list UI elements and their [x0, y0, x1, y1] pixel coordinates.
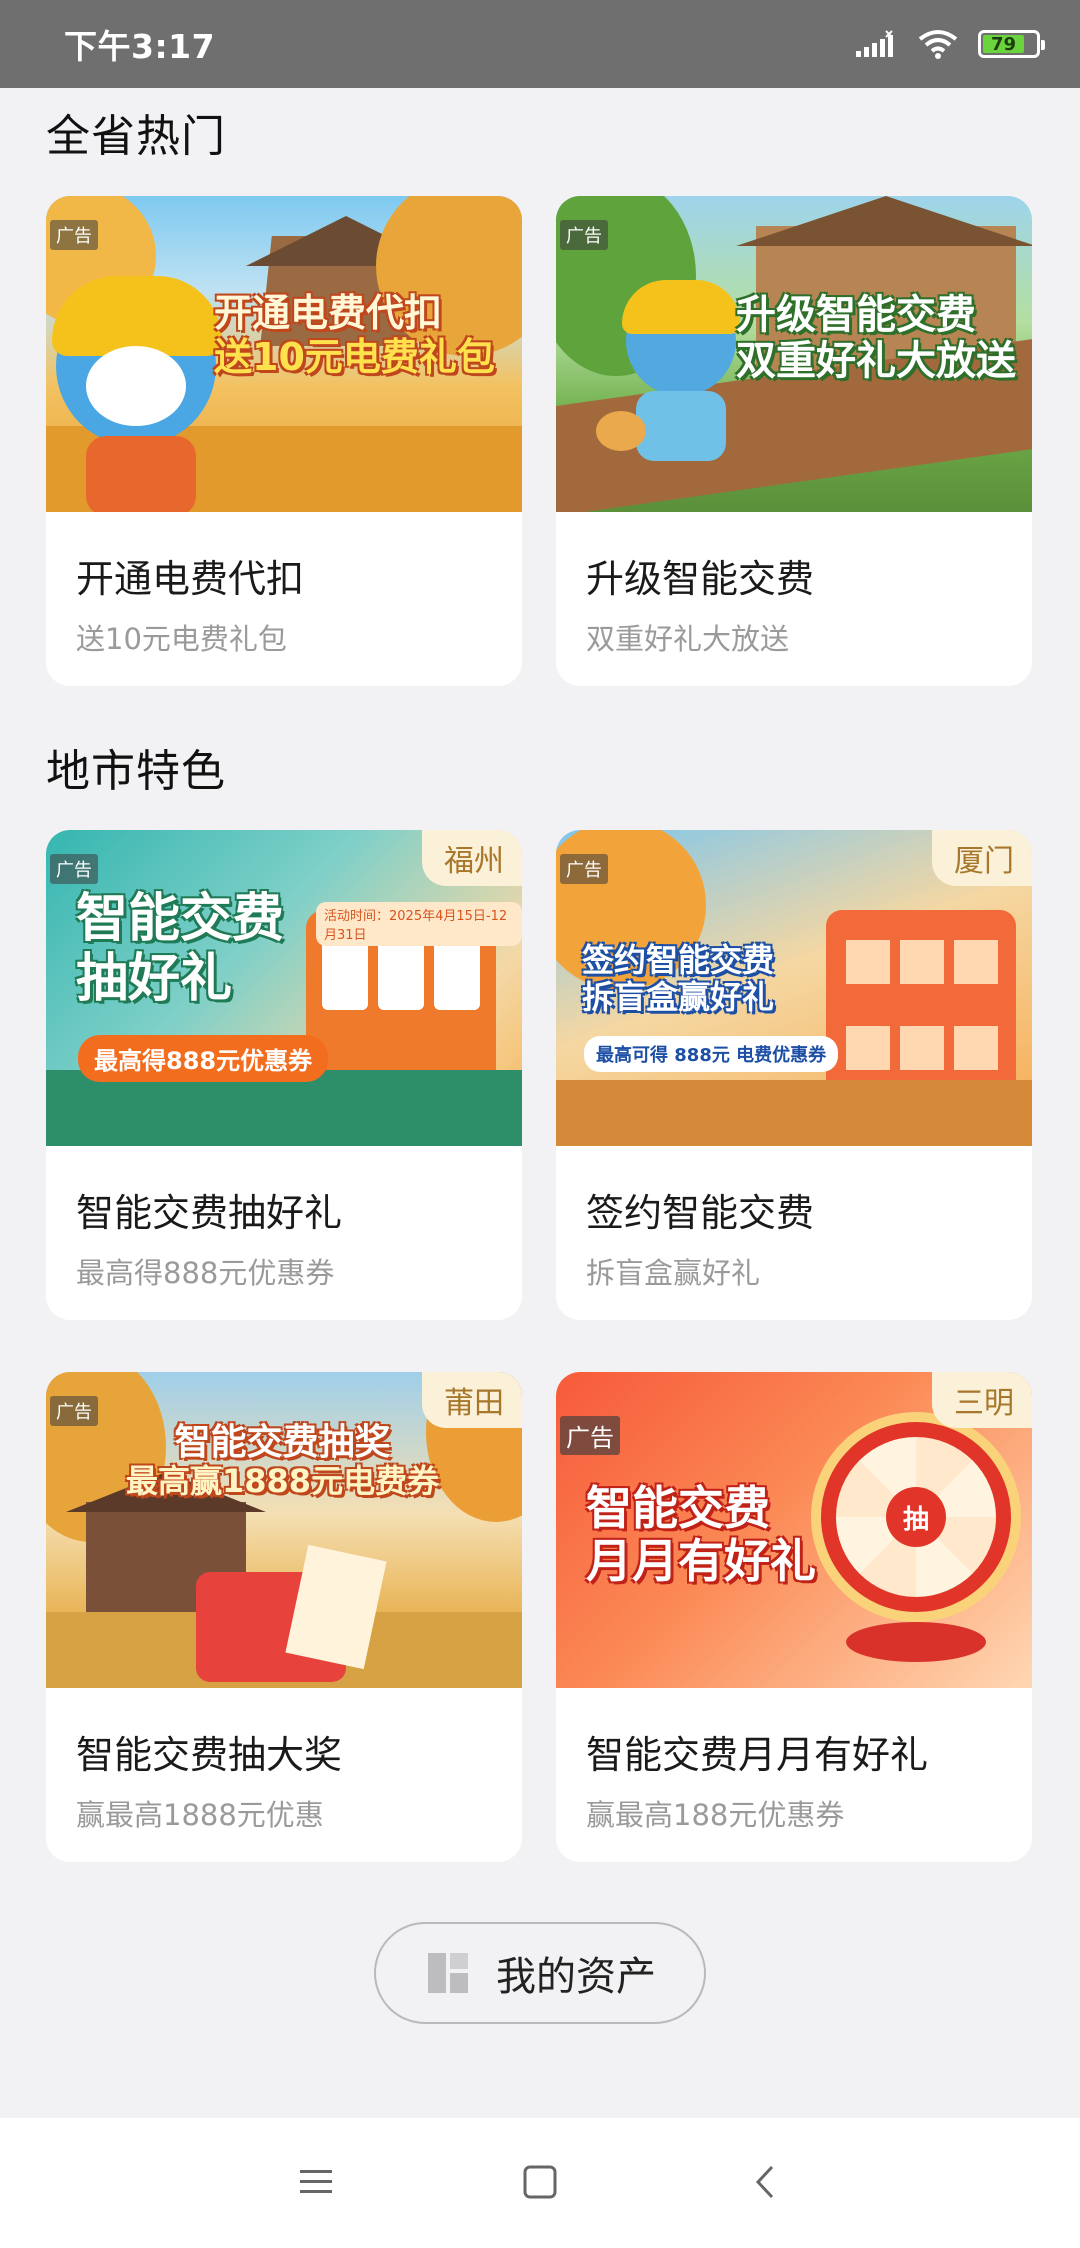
city-tag: 厦门 — [932, 830, 1032, 886]
city-tag: 莆田 — [422, 1372, 522, 1428]
status-time: 下午3:17 — [64, 27, 216, 66]
banner-badge: 最高得888元优惠券 — [78, 1035, 329, 1082]
promo-banner-image[interactable]: 广告 厦门 签约智能交费 拆盲盒赢好礼 最高可得 888元 电费优惠券 — [556, 830, 1032, 1146]
signal-icon — [856, 30, 893, 57]
ad-tag: 广告 — [560, 220, 608, 250]
card-title: 开通电费代扣 — [76, 557, 305, 601]
city-tag: 福州 — [422, 830, 522, 886]
banner-line-2: 拆盲盒赢好礼 — [582, 977, 775, 1016]
section-title-province: 全省热门 — [46, 111, 226, 162]
banner-badge: 最高可得 888元 电费优惠券 — [584, 1036, 839, 1072]
card-subtitle: 拆盲盒赢好礼 — [586, 1256, 761, 1290]
card-title: 智能交费月月有好礼 — [586, 1733, 929, 1777]
banner-headline: 智能交费抽奖 最高赢1888元电费券 — [126, 1422, 439, 1500]
promo-banner-image[interactable]: 广告 升级智能交费 双重好礼大放送 — [556, 196, 1032, 512]
banner-headline: 智能交费 月月有好礼 — [586, 1482, 816, 1588]
my-assets-label: 我的资产 — [496, 1954, 656, 2000]
banner-headline: 开通电费代扣 送10元电费礼包 — [214, 291, 495, 379]
banner-headline: 升级智能交费 双重好礼大放送 — [736, 292, 1016, 384]
banner-line-2: 送10元电费礼包 — [214, 334, 495, 379]
promo-card-autopay[interactable]: 广告 开通电费代扣 送10元电费礼包 开通电费代扣 送10元电费礼包 — [46, 196, 522, 686]
banner-date: 活动时间：2025年4月15日-12月31日 — [316, 902, 522, 946]
battery-icon: 79 — [978, 30, 1045, 58]
banner-headline: 智能交费 抽好礼 — [76, 889, 285, 1010]
banner-line-1: 智能交费 — [76, 889, 285, 949]
promo-card-fuzhou[interactable]: 广告 福州 活动时间：2025年4月15日-12月31日 智能交费 抽好礼 最高… — [46, 830, 522, 1320]
promo-banner-image[interactable]: 抽 广告 三明 智能交费 月月有好礼 — [556, 1372, 1032, 1688]
ad-tag: 广告 — [50, 854, 98, 884]
section-title-city: 地市特色 — [46, 746, 226, 797]
banner-line-2: 抽好礼 — [76, 948, 233, 1009]
promo-banner-image[interactable]: 广告 开通电费代扣 送10元电费礼包 — [46, 196, 522, 512]
ad-tag: 广告 — [560, 1416, 620, 1455]
banner-headline: 签约智能交费 拆盲盒赢好礼 — [582, 942, 774, 1016]
card-subtitle: 最高得888元优惠券 — [76, 1256, 335, 1290]
ad-tag: 广告 — [50, 1396, 98, 1426]
back-icon[interactable] — [748, 2164, 784, 2200]
card-subtitle: 双重好礼大放送 — [586, 622, 790, 656]
card-subtitle: 赢最高188元优惠券 — [586, 1798, 845, 1832]
ad-tag: 广告 — [560, 854, 608, 884]
my-assets-button[interactable]: 我的资产 — [374, 1922, 706, 2024]
system-nav-bar — [0, 2118, 1080, 2248]
banner-line-1: 智能交费 — [586, 1481, 770, 1535]
city-tag: 三明 — [932, 1372, 1032, 1428]
ad-tag: 广告 — [50, 220, 98, 250]
banner-line-2: 最高赢1888元电费券 — [126, 1462, 440, 1501]
home-icon[interactable] — [522, 2164, 558, 2200]
card-title: 智能交费抽好礼 — [76, 1191, 343, 1235]
wifi-icon — [918, 30, 958, 59]
promo-card-xiamen[interactable]: 广告 厦门 签约智能交费 拆盲盒赢好礼 最高可得 888元 电费优惠券 签约智能… — [556, 830, 1032, 1320]
promo-card-putian[interactable]: 广告 莆田 智能交费抽奖 最高赢1888元电费券 智能交费抽大奖 赢最高1888… — [46, 1372, 522, 1862]
promo-banner-image[interactable]: 广告 福州 活动时间：2025年4月15日-12月31日 智能交费 抽好礼 最高… — [46, 830, 522, 1146]
banner-line-2: 双重好礼大放送 — [736, 338, 1016, 384]
wheel-center: 抽 — [886, 1487, 946, 1547]
menu-icon[interactable] — [298, 2164, 334, 2200]
card-subtitle: 赢最高1888元优惠 — [76, 1798, 324, 1832]
banner-line-1: 签约智能交费 — [582, 941, 775, 979]
promo-card-sanming[interactable]: 抽 广告 三明 智能交费 月月有好礼 智能交费月月有好礼 赢最高188元优惠券 — [556, 1372, 1032, 1862]
assets-icon — [428, 1953, 468, 1993]
card-title: 智能交费抽大奖 — [76, 1733, 343, 1777]
promo-banner-image[interactable]: 广告 莆田 智能交费抽奖 最高赢1888元电费券 — [46, 1372, 522, 1688]
status-icons: 79 — [854, 29, 1045, 59]
banner-line-1: 开通电费代扣 — [214, 291, 443, 335]
card-subtitle: 送10元电费礼包 — [76, 622, 287, 656]
status-bar: 下午3:17 79 — [0, 0, 1080, 88]
battery-level: 79 — [983, 34, 1025, 55]
card-title: 签约智能交费 — [586, 1191, 815, 1235]
banner-line-1: 智能交费抽奖 — [174, 1422, 391, 1463]
banner-line-1: 升级智能交费 — [736, 292, 976, 338]
promo-card-smart-pay-upgrade[interactable]: 广告 升级智能交费 双重好礼大放送 升级智能交费 双重好礼大放送 — [556, 196, 1032, 686]
card-title: 升级智能交费 — [586, 557, 815, 601]
banner-line-2: 月月有好礼 — [586, 1533, 816, 1588]
